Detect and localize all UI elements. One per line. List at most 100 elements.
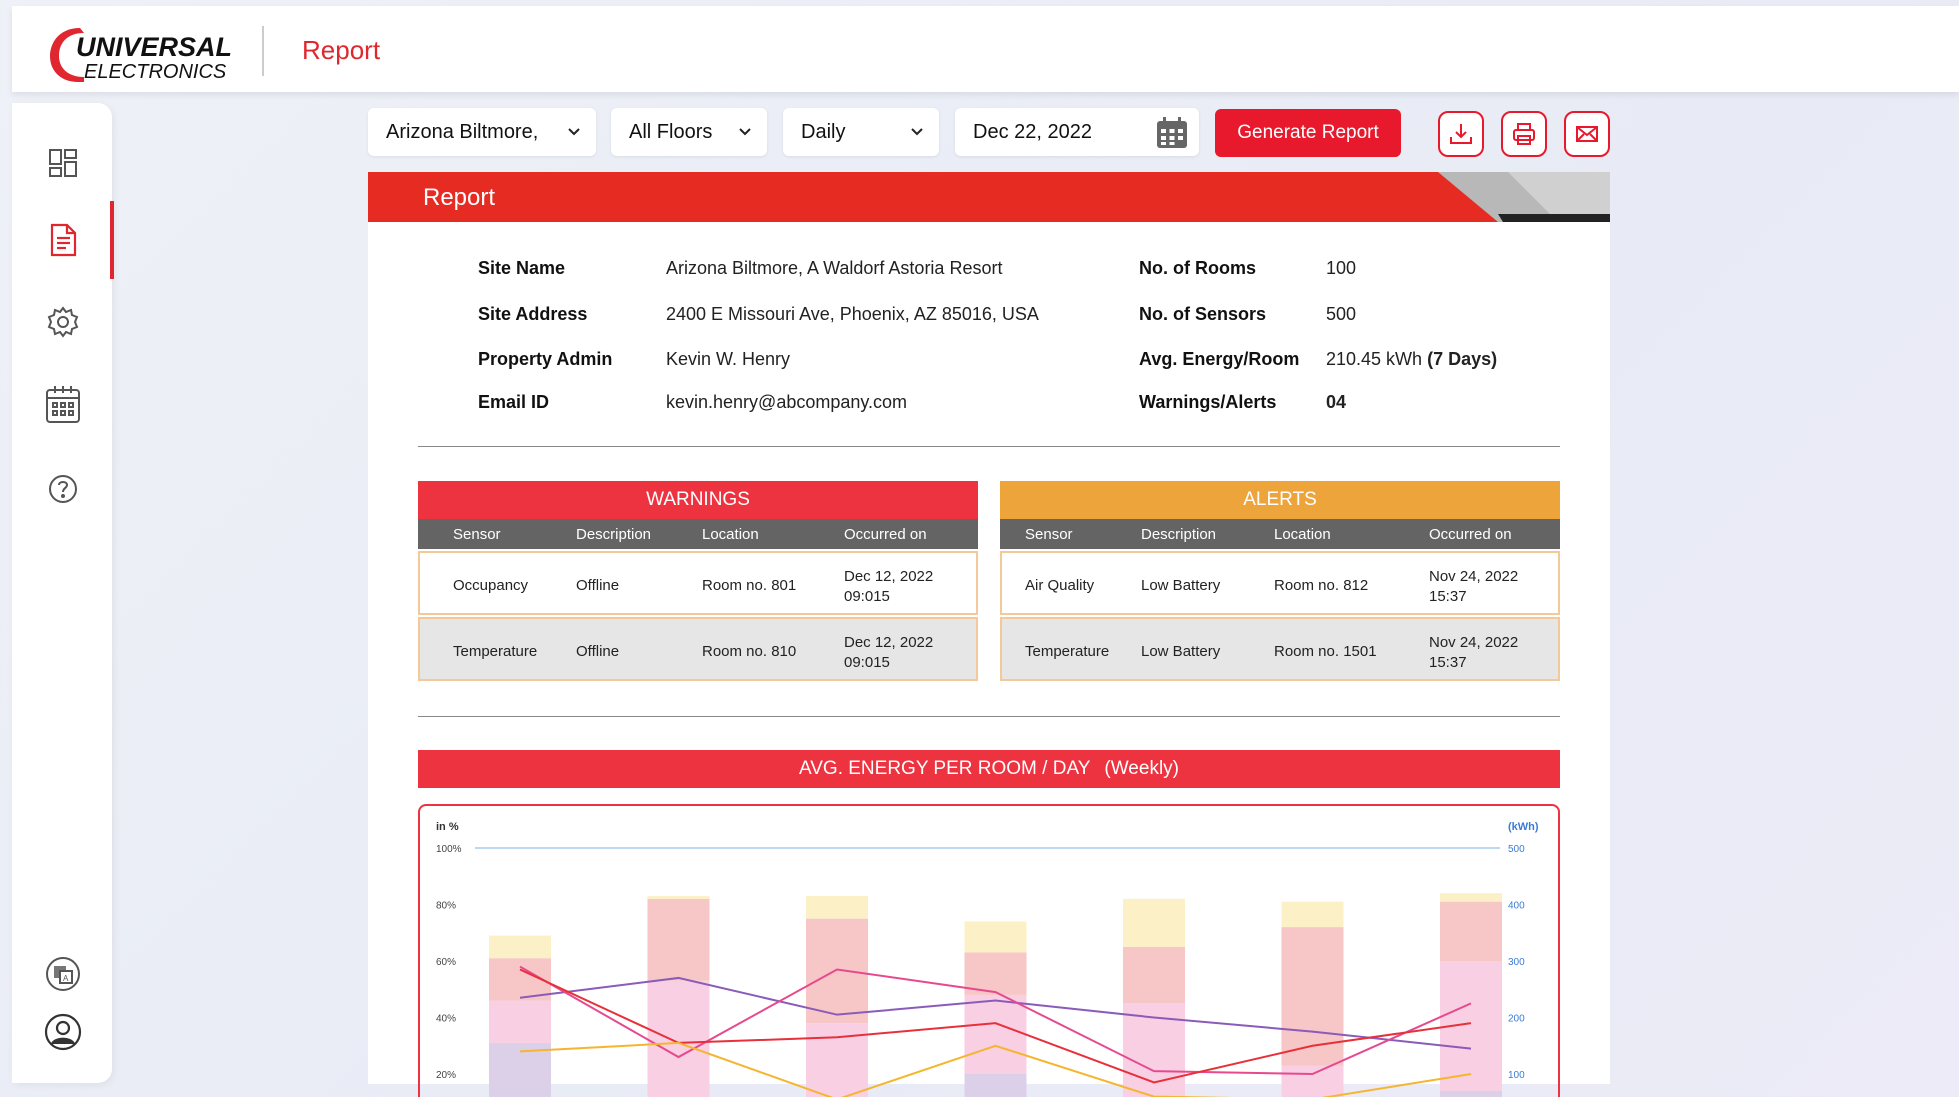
top-bar: UNIVERSAL ELECTRONICS Report [12, 6, 1959, 92]
cell-occurred-on: Nov 24, 2022 15:37 [1429, 567, 1518, 607]
cell-time: 15:37 [1429, 588, 1467, 605]
warnings-table: WARNINGS Sensor Description Location Occ… [418, 481, 978, 681]
property-admin-label: Property Admin [478, 349, 613, 369]
bar-segment [647, 898, 710, 981]
user-profile-icon[interactable] [44, 1013, 82, 1051]
dashboard-icon[interactable] [44, 144, 82, 182]
svg-text:ELECTRONICS: ELECTRONICS [84, 61, 227, 83]
calendar-icon[interactable] [44, 385, 82, 423]
cell-location: Room no. 1501 [1274, 643, 1377, 660]
cell-description: Low Battery [1141, 643, 1221, 660]
chevron-down-icon [568, 128, 580, 136]
site-address-value: 2400 E Missouri Ave, Phoenix, AZ 85016, … [666, 304, 1039, 324]
report-card: Report Site Name Arizona Biltmore, A Wal… [368, 172, 1610, 1097]
cell-date: Dec 12, 2022 [844, 568, 934, 585]
table-row[interactable]: Temperature Offline Room no. 810 Dec 12,… [418, 617, 978, 681]
floor-select[interactable]: All Floors [611, 108, 767, 156]
y-tick-label: 20% [436, 1070, 456, 1081]
cell-description: Offline [576, 643, 620, 660]
download-icon [1450, 124, 1472, 144]
date-picker[interactable]: Dec 22, 2022 [955, 108, 1199, 156]
generate-report-button[interactable]: Generate Report [1215, 109, 1401, 157]
sidebar-active-indicator [110, 201, 114, 279]
cell-location: Room no. 801 [702, 577, 797, 594]
header-divider [262, 26, 264, 76]
cell-location: Room no. 810 [702, 643, 797, 660]
sensors-label: No. of Sensors [1139, 304, 1267, 324]
column-location: Location [1274, 526, 1331, 543]
date-value: Dec 22, 2022 [973, 120, 1092, 143]
y-axis-label: in % [436, 821, 459, 833]
cell-sensor: Occupancy [453, 577, 529, 594]
warnings-alerts-label: Warnings/Alerts [1139, 392, 1277, 412]
download-button[interactable] [1438, 111, 1484, 157]
universal-electronics-logo[interactable]: UNIVERSAL ELECTRONICS [50, 22, 250, 84]
print-button[interactable] [1501, 111, 1547, 157]
bar-segment [964, 921, 1027, 953]
cell-date: Nov 24, 2022 [1429, 634, 1519, 651]
y-tick-label: 40% [436, 1014, 456, 1025]
bar-segment [806, 896, 868, 919]
table-row[interactable]: Occupancy Offline Room no. 801 Dec 12, 2… [418, 551, 978, 615]
bar-segment [1440, 893, 1502, 902]
column-description: Description [1141, 526, 1217, 543]
warnings-title: WARNINGS [418, 481, 978, 519]
cell-location: Room no. 812 [1274, 577, 1369, 594]
cell-date: Dec 12, 2022 [844, 634, 934, 651]
bar-segment [647, 896, 710, 899]
y2-tick-label: 200 [1508, 1014, 1525, 1025]
cell-date: Nov 24, 2022 [1429, 568, 1519, 585]
energy-chart: in % (kWh) 100% 80% 60% 40% 20% 500 400 300 200 100 [418, 804, 1560, 1097]
page-title: Report [302, 35, 381, 65]
cell-occurred-on: Dec 12, 2022 09:015 [844, 567, 933, 607]
bar-segment [1123, 898, 1185, 947]
cell-time: 09:015 [844, 654, 890, 671]
cell-description: Offline [576, 577, 620, 594]
y2-tick-label: 100 [1508, 1070, 1525, 1081]
cell-time: 09:015 [844, 588, 890, 605]
bar-segment [1123, 946, 1185, 1004]
column-sensor: Sensor [1025, 526, 1073, 543]
cell-occurred-on: Nov 24, 2022 15:37 [1429, 633, 1518, 673]
bar-segment [647, 980, 710, 1097]
table-row[interactable]: Temperature Low Battery Room no. 1501 No… [1000, 617, 1560, 681]
chart-subtitle: (Weekly) [1104, 758, 1179, 779]
email-button[interactable] [1564, 111, 1610, 157]
avg-energy-period: (7 Days) [1427, 349, 1498, 369]
period-select[interactable]: Daily [783, 108, 939, 156]
bar-segment [964, 994, 1027, 1074]
alerts-title: ALERTS [1000, 481, 1560, 519]
chevron-down-icon [739, 128, 751, 136]
bar-segment [1440, 1090, 1502, 1097]
report-title: Report [423, 184, 496, 211]
divider [418, 716, 1560, 717]
chart-title-text: AVG. ENERGY PER ROOM / DAY [798, 758, 1091, 779]
help-icon[interactable] [44, 470, 82, 508]
y2-tick-label: 500 [1508, 844, 1525, 855]
y2-axis-label: (kWh) [1508, 821, 1539, 833]
bar-segment [964, 1074, 1027, 1097]
alerts-table: ALERTS Sensor Description Location Occur… [1000, 481, 1560, 681]
warnings-alerts-value: 04 [1326, 392, 1347, 412]
sensors-value: 500 [1326, 304, 1357, 324]
chart-title: AVG. ENERGY PER ROOM / DAY (Weekly) [418, 750, 1560, 788]
site-select[interactable]: Arizona Biltmore, [368, 108, 596, 156]
settings-gear-icon[interactable] [44, 303, 82, 341]
report-document-icon[interactable] [44, 221, 82, 259]
cell-sensor: Air Quality [1025, 577, 1095, 594]
column-location: Location [702, 526, 759, 543]
bar-segment [1281, 901, 1344, 928]
calendar-icon[interactable] [1155, 116, 1189, 150]
bar-segment [806, 1023, 868, 1097]
email-id-label: Email ID [478, 392, 550, 412]
avg-energy-amount: 210.45 kWh [1326, 349, 1423, 369]
rooms-value: 100 [1326, 258, 1357, 278]
language-icon[interactable]: A [44, 955, 82, 993]
cell-occurred-on: Dec 12, 2022 09:015 [844, 633, 933, 673]
email-icon [1576, 126, 1598, 142]
bar-segment [1440, 901, 1502, 961]
print-icon [1513, 123, 1535, 145]
site-select-value: Arizona Biltmore, [386, 120, 539, 143]
avg-energy-label: Avg. Energy/Room [1139, 349, 1300, 369]
table-row[interactable]: Air Quality Low Battery Room no. 812 Nov… [1000, 551, 1560, 615]
